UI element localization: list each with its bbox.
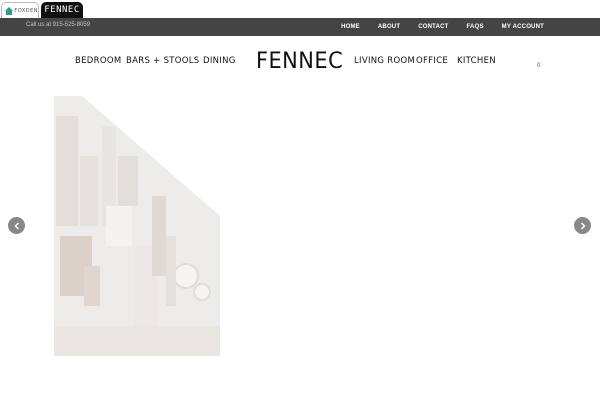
nav-kitchen[interactable]: KITCHEN [457,56,496,66]
nav-dining[interactable]: DINING [203,56,236,66]
main-nav: BEDROOM BARS + STOOLS DINING FENNEC LIVI… [0,36,600,94]
house-icon [5,6,14,15]
chevron-right-icon [580,222,585,229]
top-nav: HOME ABOUT CONTACT FAQS MY ACCOUNT [323,18,544,36]
fennec-brand-tab[interactable]: FENNEC [41,2,83,18]
cart-count[interactable]: 0 [537,63,540,69]
fennec-tab-label: FENNEC [44,5,80,15]
slider-next-button[interactable] [574,217,591,234]
slide-image [54,96,220,356]
chevron-left-icon [14,222,19,229]
top-nav-my-account[interactable]: MY ACCOUNT [502,24,544,30]
top-nav-home[interactable]: HOME [341,24,360,30]
nav-bedroom[interactable]: BEDROOM [75,56,121,66]
hero-slider [0,94,600,400]
site-logo[interactable]: FENNEC [256,49,343,74]
call-us-text: Call us at 915-525-8059 [26,22,91,28]
nav-living-room[interactable]: LIVING ROOM [354,56,415,66]
brand-tab-strip: FOXDEN FENNEC [0,0,600,18]
top-utility-bar: Call us at 915-525-8059 HOME ABOUT CONTA… [0,18,600,36]
nav-office[interactable]: OFFICE [416,56,448,66]
top-nav-faqs[interactable]: FAQS [467,24,484,30]
foxden-tab-label: FOXDEN [14,7,38,14]
foxden-brand-tab[interactable]: FOXDEN [1,2,39,18]
top-nav-contact[interactable]: CONTACT [418,24,448,30]
top-nav-about[interactable]: ABOUT [378,24,400,30]
nav-bars-stools[interactable]: BARS + STOOLS [126,56,199,66]
slider-prev-button[interactable] [8,217,25,234]
